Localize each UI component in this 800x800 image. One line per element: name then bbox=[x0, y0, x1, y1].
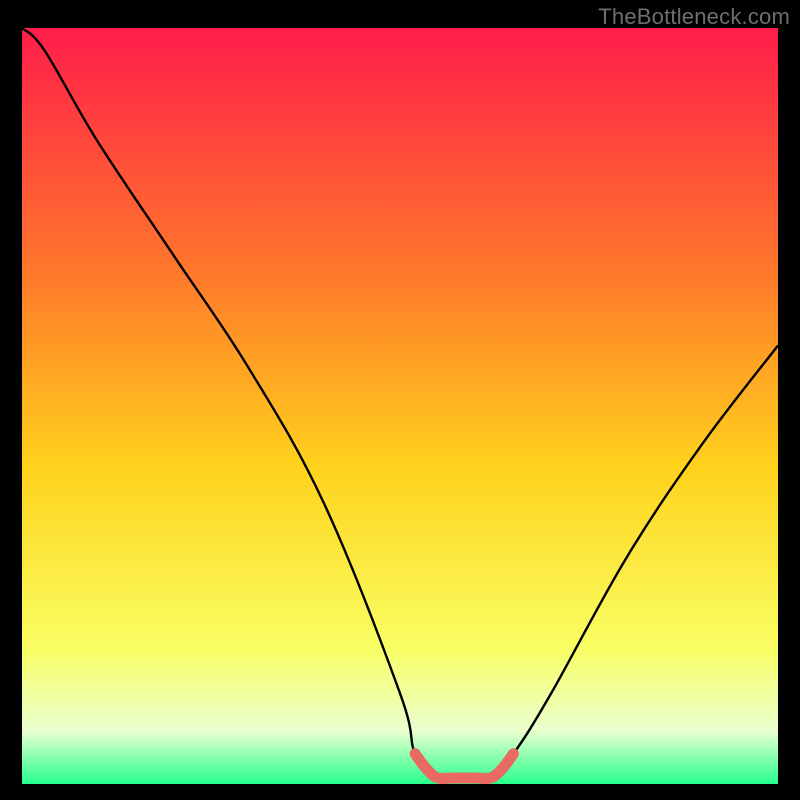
gradient-background bbox=[22, 28, 778, 784]
chart-svg bbox=[22, 28, 778, 784]
watermark-text: TheBottleneck.com bbox=[598, 4, 790, 30]
chart-frame: TheBottleneck.com bbox=[0, 0, 800, 800]
chart-plot-area bbox=[22, 28, 778, 784]
